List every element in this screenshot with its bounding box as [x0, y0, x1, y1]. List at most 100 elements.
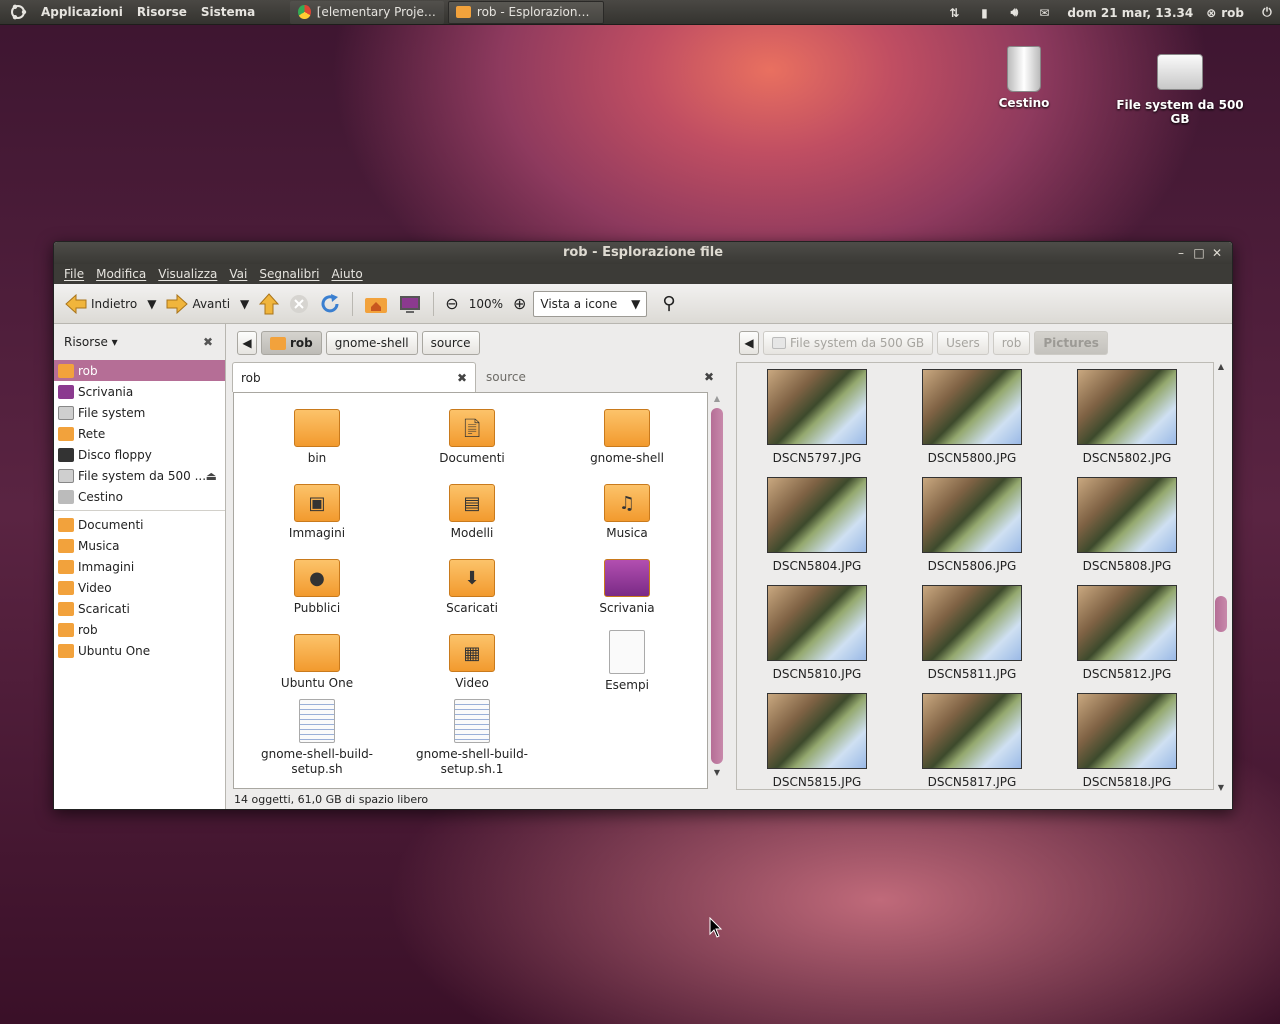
view-mode-select[interactable]: Vista a icone ▼ — [533, 290, 648, 317]
scrollbar-thumb[interactable] — [1215, 596, 1227, 632]
left-scrollbar[interactable]: ▲ ▼ — [708, 392, 726, 789]
path-button-users[interactable]: Users — [937, 331, 989, 355]
close-tab-icon[interactable]: ✖ — [457, 371, 467, 385]
minimize-icon[interactable]: – — [1172, 242, 1190, 264]
sidebar-item-rob[interactable]: rob — [54, 360, 225, 381]
photo-item[interactable]: DSCN5808.JPG — [1052, 477, 1202, 573]
file-item[interactable]: ● Pubblici — [242, 555, 392, 616]
file-item[interactable]: ▦ Video — [397, 630, 547, 691]
file-item[interactable]: Esempi — [552, 630, 702, 693]
menu-visualizza[interactable]: Visualizza — [152, 267, 223, 281]
scrollbar-thumb[interactable] — [711, 408, 723, 764]
photo-item[interactable]: DSCN5802.JPG — [1052, 369, 1202, 465]
sidebar-type-select[interactable]: Risorse ▾ — [64, 335, 118, 349]
mail-icon[interactable]: ✉ — [1029, 6, 1059, 20]
right-scrollbar[interactable]: ▲ ▼ — [1214, 362, 1228, 792]
up-button[interactable] — [256, 289, 282, 319]
photo-item[interactable]: DSCN5810.JPG — [742, 585, 892, 681]
close-sidebar-icon[interactable]: ✖ — [203, 335, 213, 349]
file-item[interactable]: 📄︎ Documenti — [397, 405, 547, 466]
file-item[interactable]: Ubuntu One — [242, 630, 392, 691]
sidebar-item-rob-bookmark[interactable]: rob — [54, 619, 225, 640]
ubuntu-logo-icon[interactable] — [8, 2, 28, 22]
tab-rob[interactable]: rob ✖ — [232, 362, 476, 392]
path-scroll-left-button[interactable]: ◀ — [237, 331, 257, 355]
user-name[interactable]: rob — [1221, 6, 1254, 20]
sidebar-item-floppy[interactable]: Disco floppy — [54, 444, 225, 465]
clock[interactable]: dom 21 mar, 13.34 — [1059, 6, 1201, 20]
back-history-dropdown[interactable]: ▼ — [144, 289, 159, 319]
photo-item[interactable]: DSCN5815.JPG — [742, 693, 892, 789]
menu-sistema[interactable]: Sistema — [194, 0, 262, 25]
menu-vai[interactable]: Vai — [223, 267, 253, 281]
file-item[interactable]: Scrivania — [552, 555, 702, 616]
sidebar-item-scrivania[interactable]: Scrivania — [54, 381, 225, 402]
power-icon[interactable]: ⏻ — [1254, 5, 1280, 20]
menu-risorse[interactable]: Risorse — [130, 0, 194, 25]
battery-icon[interactable]: ▮ — [969, 6, 999, 20]
eject-icon[interactable]: ⏏ — [206, 469, 217, 483]
path-button-rob[interactable]: rob — [992, 331, 1031, 355]
sidebar-item-scaricati[interactable]: Scaricati — [54, 598, 225, 619]
file-item[interactable]: ▣ Immagini — [242, 480, 392, 541]
sidebar-item-musica[interactable]: Musica — [54, 535, 225, 556]
maximize-icon[interactable]: □ — [1190, 242, 1208, 264]
photo-item[interactable]: DSCN5811.JPG — [897, 585, 1047, 681]
window-titlebar[interactable]: rob - Esplorazione file – □ ✕ — [54, 242, 1232, 264]
photo-item[interactable]: DSCN5800.JPG — [897, 369, 1047, 465]
zoom-level[interactable]: 100% — [466, 289, 506, 319]
sidebar-item-cestino[interactable]: Cestino — [54, 486, 225, 507]
sidebar-item-ubuntu-one[interactable]: Ubuntu One — [54, 640, 225, 661]
forward-history-dropdown[interactable]: ▼ — [237, 289, 252, 319]
back-button[interactable]: Indietro — [62, 289, 140, 319]
volume-icon[interactable]: 🔊︎ — [999, 5, 1029, 20]
user-status-icon[interactable]: ⊗ — [1201, 6, 1221, 20]
path-button-volume[interactable]: File system da 500 GB — [763, 331, 934, 355]
file-item[interactable]: ♫ Musica — [552, 480, 702, 541]
sidebar-item-filesystem[interactable]: File system — [54, 402, 225, 423]
photo-item[interactable]: DSCN5806.JPG — [897, 477, 1047, 573]
photo-item[interactable]: DSCN5818.JPG — [1052, 693, 1202, 789]
sidebar-item-video[interactable]: Video — [54, 577, 225, 598]
stop-button[interactable] — [286, 289, 312, 319]
menu-applicazioni[interactable]: Applicazioni — [34, 0, 130, 25]
file-item[interactable]: gnome-shell-build-setup.sh.1 — [397, 699, 547, 777]
reload-button[interactable] — [316, 289, 344, 319]
close-window-icon[interactable]: ✕ — [1208, 242, 1226, 264]
taskbar-file-manager[interactable]: rob - Esplorazione file — [448, 0, 605, 24]
photo-item[interactable]: DSCN5817.JPG — [897, 693, 1047, 789]
search-button[interactable]: ⚲ — [659, 289, 678, 319]
file-item[interactable]: gnome-shell — [552, 405, 702, 466]
home-button[interactable] — [361, 289, 391, 319]
sidebar-item-documenti[interactable]: Documenti — [54, 514, 225, 535]
menu-aiuto[interactable]: Aiuto — [325, 267, 368, 281]
file-item[interactable]: ▤ Modelli — [397, 480, 547, 541]
file-item[interactable]: gnome-shell-build-setup.sh — [242, 699, 392, 777]
close-tab-icon[interactable]: ✖ — [704, 370, 714, 384]
path-button-pictures[interactable]: Pictures — [1034, 331, 1108, 355]
computer-button[interactable] — [395, 289, 425, 319]
photo-item[interactable]: DSCN5797.JPG — [742, 369, 892, 465]
sidebar-item-rete[interactable]: Rete — [54, 423, 225, 444]
path-button-rob[interactable]: rob — [261, 331, 322, 355]
network-icon[interactable]: ⇅ — [939, 6, 969, 20]
menu-file[interactable]: File — [58, 267, 90, 281]
menu-segnalibri[interactable]: Segnalibri — [253, 267, 325, 281]
photo-item[interactable]: DSCN5804.JPG — [742, 477, 892, 573]
file-item[interactable]: bin — [242, 405, 392, 466]
forward-button[interactable]: Avanti — [163, 289, 233, 319]
photo-item[interactable]: DSCN5812.JPG — [1052, 585, 1202, 681]
path-button-gnome-shell[interactable]: gnome-shell — [325, 331, 418, 355]
taskbar-browser[interactable]: [elementary Project ... — [290, 0, 445, 24]
path-scroll-left-button[interactable]: ◀ — [739, 331, 759, 355]
desktop-harddisk[interactable]: File system da 500 GB — [1116, 54, 1244, 126]
zoom-out-button[interactable]: ⊖ — [442, 289, 461, 319]
sidebar-item-immagini[interactable]: Immagini — [54, 556, 225, 577]
path-button-source[interactable]: source — [421, 331, 480, 355]
desktop-trash[interactable]: Cestino — [984, 46, 1064, 110]
zoom-in-button[interactable]: ⊕ — [510, 289, 529, 319]
tab-source[interactable]: source ✖ — [478, 362, 722, 392]
menu-modifica[interactable]: Modifica — [90, 267, 152, 281]
file-item[interactable]: ⬇ Scaricati — [397, 555, 547, 616]
sidebar-item-volume[interactable]: File system da 500 ... ⏏ — [54, 465, 225, 486]
